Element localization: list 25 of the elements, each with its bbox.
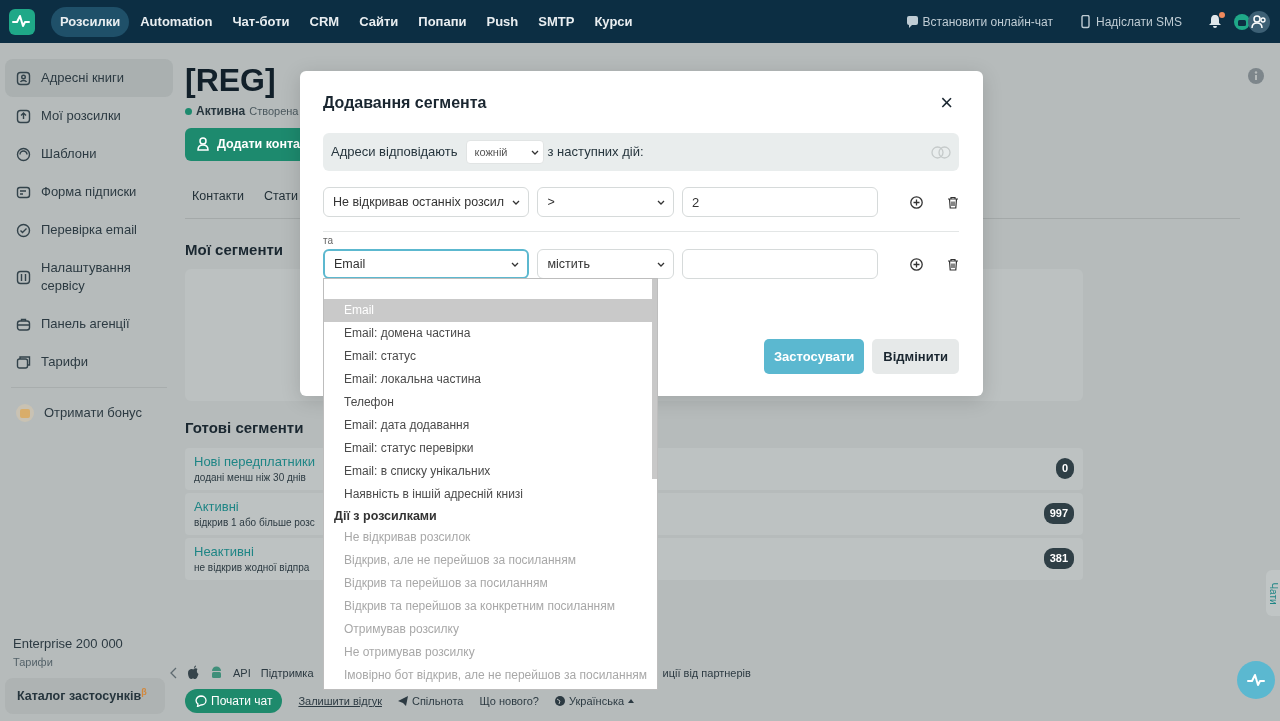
dropdown-option: Відкрив та перейшов за конкретним посиланням (324, 595, 652, 618)
dropdown-option: Імовірно бот відкрив, але не перейшов за посиланням (324, 664, 652, 687)
segment-description: відкрив 1 або більше розс (194, 515, 315, 530)
joiner-label: та (323, 235, 335, 247)
match-label: з наступних дій: (547, 143, 644, 162)
status-text: Активна (196, 103, 246, 120)
dropdown-option: Отримував розсилку (324, 618, 652, 641)
section-heading: Готові сегменти (185, 418, 304, 438)
dropdown-option: Відкрив, але не перейшов за посиланням (324, 549, 652, 572)
section-heading: Мої сегменти (185, 239, 284, 260)
dropdown-option: Відкрив та перейшов за посиланням (324, 572, 652, 595)
count-badge: 381 (1043, 548, 1074, 569)
beta-label: β (141, 687, 147, 698)
dropdown-option: Не отримував розсилку (324, 641, 652, 664)
count-badge: 0 (1055, 458, 1074, 479)
created-text: Створена (249, 103, 299, 119)
count-badge: 997 (1043, 503, 1074, 524)
segment-description: не відкрив жодної відпра (194, 560, 310, 575)
option-group-label: Дії з розсилками (333, 508, 438, 525)
segment-description: додані менш ніж 30 днів (194, 470, 307, 485)
modal-title: Додавання сегмента (323, 93, 487, 113)
match-label: Адреси відповідають (331, 143, 458, 162)
dropdown-option: Не відкривав розсилок (324, 526, 652, 549)
plan-name: Enterprise 200 000 (13, 635, 124, 654)
page-title: [REG] (185, 62, 276, 98)
